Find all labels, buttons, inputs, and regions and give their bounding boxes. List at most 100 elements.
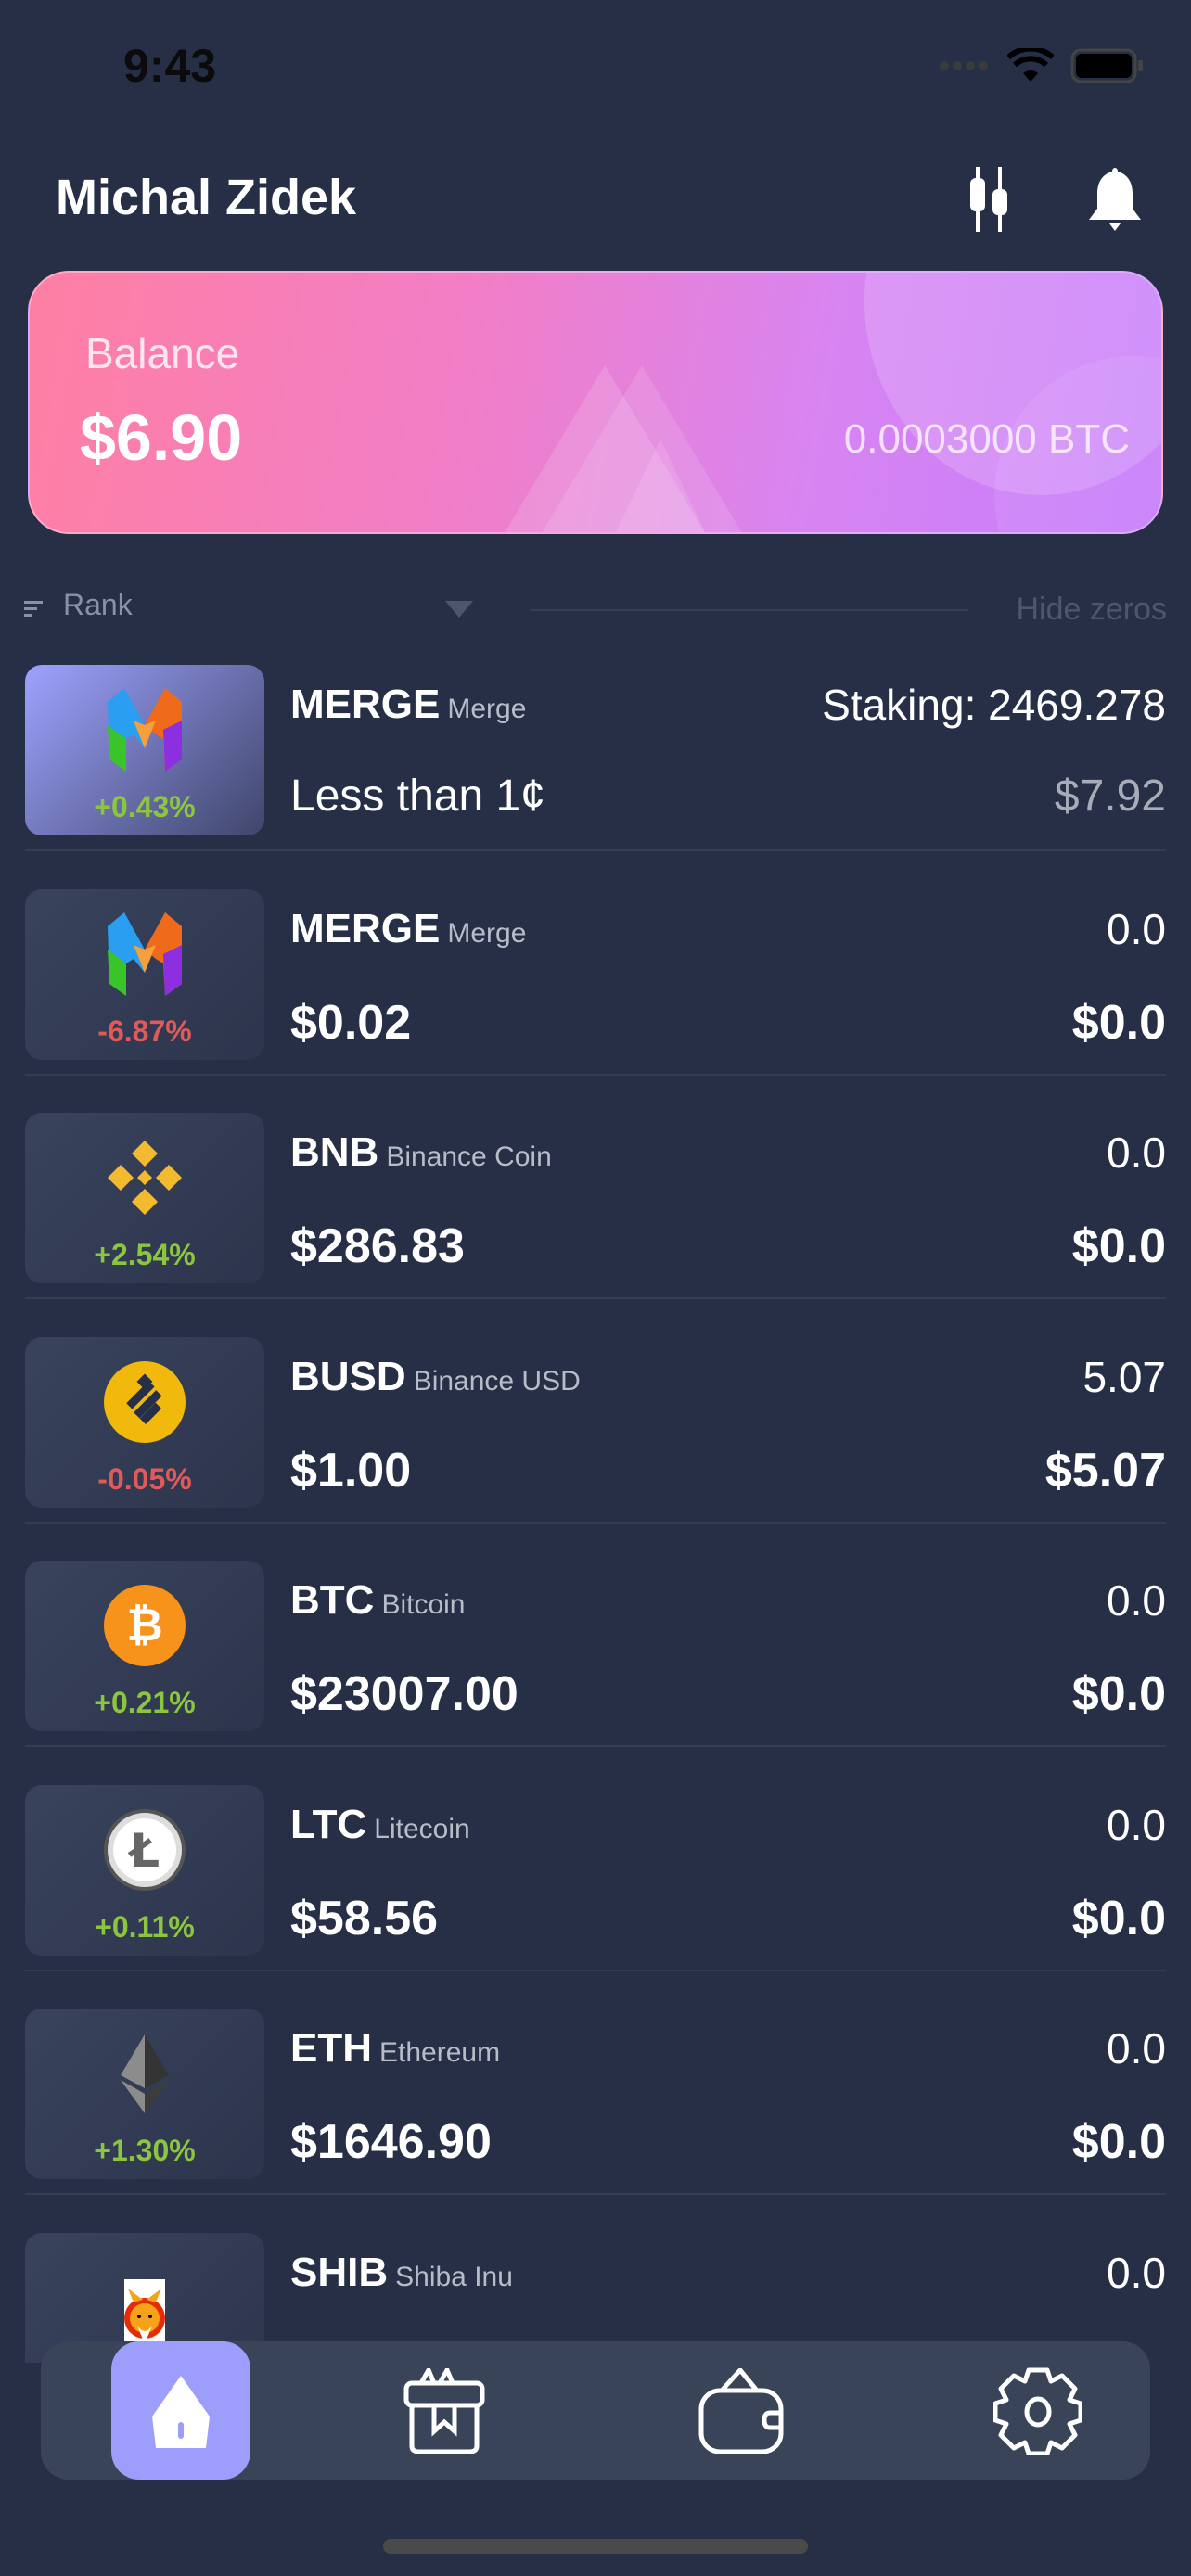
coin-tile: -6.87% xyxy=(25,888,264,1060)
coin-price: $1646.90 xyxy=(290,2115,492,2169)
nav-settings[interactable] xyxy=(968,2341,1108,2480)
coin-amount: 0.0 xyxy=(1107,904,1166,953)
coin-value: $7.92 xyxy=(1054,772,1166,821)
coin-symbol: MERGE Merge xyxy=(290,906,526,952)
gift-icon xyxy=(403,2367,485,2454)
coin-tile: +1.30% xyxy=(25,2009,264,2179)
price-change: +2.54% xyxy=(94,1238,196,1271)
coin-value: $5.07 xyxy=(1044,1443,1166,1498)
coin-symbol-text: ETH xyxy=(290,2025,372,2071)
coin-amount: 0.0 xyxy=(1107,1129,1166,1177)
home-indicator[interactable] xyxy=(383,2539,808,2554)
hide-zeros-toggle[interactable]: Hide zeros xyxy=(1016,592,1167,628)
username: Michal Zidek xyxy=(56,170,357,225)
ethereum-icon xyxy=(98,2027,191,2120)
coin-value: $0.0 xyxy=(1071,2115,1166,2169)
coin-value: $0.0 xyxy=(1071,1667,1166,1721)
coin-tile: ₿ +0.21% xyxy=(25,1561,264,1731)
coin-value: $0.0 xyxy=(1071,1891,1166,1945)
busd-icon xyxy=(98,1356,191,1448)
divider xyxy=(25,2193,1166,2195)
coin-symbol-text: LTC xyxy=(290,1801,367,1847)
nav-gift[interactable] xyxy=(375,2341,514,2480)
coin-name: Bitcoin xyxy=(381,1589,466,1620)
coin-row[interactable]: ₿ +0.21% BTC Bitcoin 0.0 $23007.00 $0.0 xyxy=(25,1561,1166,1747)
coin-tile: -0.05% xyxy=(25,1336,264,1508)
price-change: +0.11% xyxy=(95,1909,195,1944)
price-change: +0.21% xyxy=(94,1686,196,1719)
coin-symbol: LTC Litecoin xyxy=(290,1802,470,1848)
divider xyxy=(25,849,1166,851)
wallet-icon xyxy=(698,2367,784,2454)
coin-price: $1.00 xyxy=(290,1443,412,1498)
bitcoin-icon: ₿ xyxy=(98,1579,191,1672)
coin-tile: Ł +0.11% xyxy=(25,1784,264,1956)
coin-name: Ethereum xyxy=(379,2037,501,2068)
signal-icon xyxy=(940,61,988,70)
divider xyxy=(25,1745,1166,1747)
status-time: 9:43 xyxy=(123,40,217,92)
merge-icon xyxy=(98,908,191,1001)
nav-home[interactable] xyxy=(111,2341,250,2480)
sort-dropdown[interactable]: Rank xyxy=(63,588,133,622)
coin-symbol: BUSD Binance USD xyxy=(290,1354,581,1400)
shiba-inu-icon xyxy=(98,2251,191,2353)
coin-symbol-text: BNB xyxy=(290,1129,379,1175)
candlestick-chart-icon xyxy=(970,167,1007,232)
notifications-button[interactable] xyxy=(1069,153,1161,246)
coin-symbol-text: BUSD xyxy=(290,1353,406,1399)
coin-row[interactable]: Ł +0.11% LTC Litecoin 0.0 $58.56 $0.0 xyxy=(25,1784,1166,1971)
coin-row[interactable]: +1.30% ETH Ethereum 0.0 $1646.90 $0.0 xyxy=(25,2009,1166,2195)
chevron-down-icon[interactable] xyxy=(445,601,473,619)
coin-name: Shiba Inu xyxy=(395,2261,513,2292)
coin-name: Binance Coin xyxy=(386,1141,552,1172)
coin-name: Binance USD xyxy=(413,1365,581,1396)
merge-icon xyxy=(98,683,191,776)
coin-amount: Staking: 2469.278 xyxy=(822,681,1166,729)
balance-btc: 0.0003000 BTC xyxy=(843,416,1130,462)
balance-label: Balance xyxy=(85,329,240,377)
battery-icon xyxy=(1070,48,1143,83)
coin-name: Litecoin xyxy=(374,1813,470,1844)
coin-symbol: ETH Ethereum xyxy=(290,2025,500,2072)
coin-row[interactable]: +2.54% BNB Binance Coin 0.0 $286.83 $0.0 xyxy=(25,1113,1166,1299)
decor-triangles xyxy=(505,365,742,532)
bnb-icon xyxy=(98,1131,191,1224)
coin-row[interactable]: -0.05% BUSD Binance USD 5.07 $1.00 $5.07 xyxy=(25,1336,1166,1524)
divider xyxy=(25,1073,1166,1076)
divider xyxy=(531,609,968,611)
coin-symbol-text: MERGE xyxy=(290,905,441,951)
home-icon xyxy=(152,2375,210,2448)
coin-name: Merge xyxy=(447,917,527,949)
coin-symbol: BTC Bitcoin xyxy=(290,1577,465,1624)
status-icons xyxy=(939,48,1145,83)
coin-price: $0.02 xyxy=(290,995,412,1050)
coin-price: $58.56 xyxy=(290,1891,439,1945)
divider xyxy=(25,1969,1166,1971)
coin-symbol-text: SHIB xyxy=(290,2249,389,2295)
price-change: -0.05% xyxy=(97,1461,192,1496)
coin-symbol: BNB Binance Coin xyxy=(290,1129,552,1176)
coin-price: $286.83 xyxy=(290,1219,465,1273)
price-change: +1.30% xyxy=(94,2134,196,2167)
wifi-icon xyxy=(1007,48,1054,82)
litecoin-icon: Ł xyxy=(98,1804,191,1896)
price-change: -6.87% xyxy=(97,1014,192,1048)
coin-symbol-text: BTC xyxy=(290,1577,375,1623)
coin-row[interactable]: +0.43% MERGE Merge Staking: 2469.278 Less… xyxy=(25,665,1166,851)
svg-text:₿: ₿ xyxy=(126,1600,162,1651)
coin-symbol-text: MERGE xyxy=(290,682,441,727)
coin-value: $0.0 xyxy=(1071,995,1166,1050)
coin-amount: 0.0 xyxy=(1107,2024,1166,2072)
chart-button[interactable] xyxy=(942,153,1035,246)
sort-icon xyxy=(24,601,43,617)
coin-value: $0.0 xyxy=(1071,1219,1166,1273)
coin-tile: +2.54% xyxy=(25,1113,264,1283)
coin-row[interactable]: -6.87% MERGE Merge 0.0 $0.02 $0.0 xyxy=(25,888,1166,1076)
nav-wallet[interactable] xyxy=(672,2341,812,2480)
price-change: +0.43% xyxy=(94,790,196,823)
svg-text:Ł: Ł xyxy=(127,1824,160,1878)
sort-bar: Rank Hide zeros xyxy=(24,586,1167,632)
coin-name: Merge xyxy=(447,694,527,724)
balance-card[interactable]: Balance $6.90 0.0003000 BTC xyxy=(28,271,1163,534)
